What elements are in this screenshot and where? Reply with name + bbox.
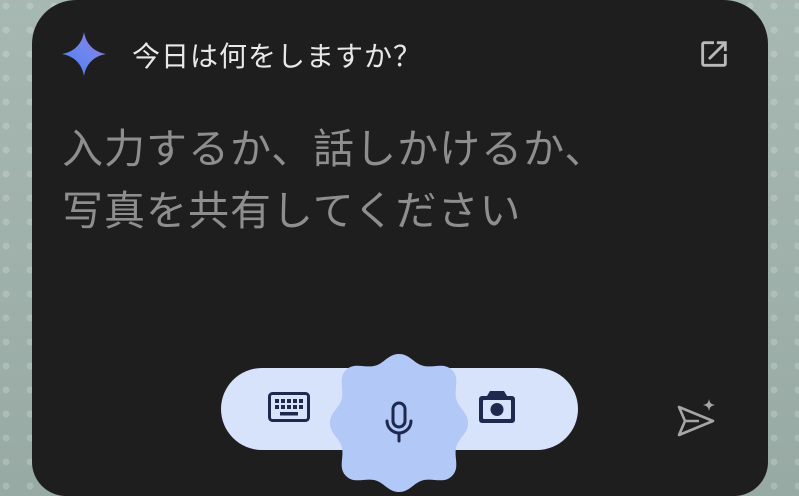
- open-in-new-icon[interactable]: [694, 34, 734, 74]
- prompt-placeholder[interactable]: 入力するか、話しかけるか、 写真を共有してください: [62, 118, 702, 242]
- send-sparkle-icon: [675, 397, 719, 445]
- greeting-title: 今日は何をしますか？: [132, 40, 423, 73]
- prompt-line-2: 写真を共有してください: [62, 187, 522, 235]
- keyboard-icon: [268, 392, 310, 426]
- send-sparkle-button[interactable]: [674, 398, 720, 444]
- panel-header: 今日は何をしますか？: [32, 0, 768, 106]
- microphone-button[interactable]: [326, 350, 472, 496]
- gemini-sparkle-icon: [60, 30, 108, 78]
- keyboard-button[interactable]: [249, 368, 329, 450]
- camera-icon: [477, 389, 517, 429]
- prompt-line-1: 入力するか、話しかけるか、: [62, 125, 607, 173]
- microphone-icon: [373, 396, 425, 448]
- assistant-panel: 今日は何をしますか？ 入力するか、話しかけるか、 写真を共有してください: [32, 0, 768, 496]
